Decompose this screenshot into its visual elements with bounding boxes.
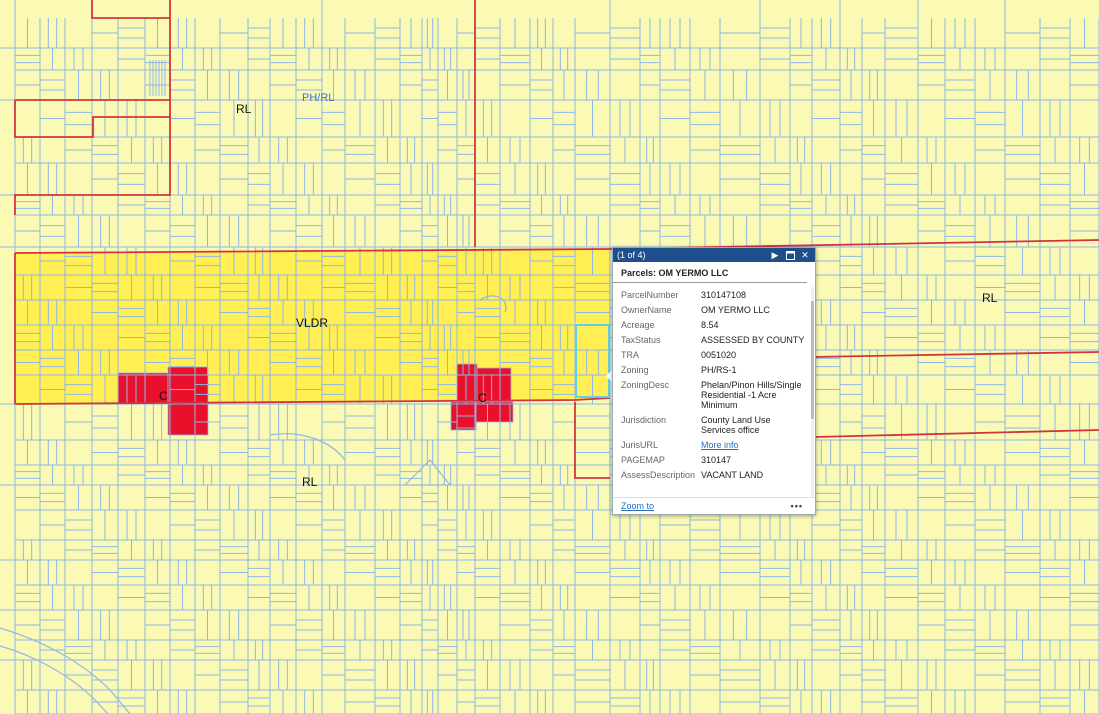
popup-scrollbar-thumb[interactable]	[811, 301, 814, 419]
attribute-value: 310147108	[701, 290, 747, 300]
attribute-value: 8.54	[701, 320, 719, 330]
attribute-row: JurisURL More info	[613, 437, 815, 452]
attribute-value: More info	[701, 437, 815, 452]
juris-url-link[interactable]: More info	[701, 440, 739, 450]
attribute-row: Zoning PH/RS-1	[613, 362, 815, 377]
attribute-row: ZoningDesc Phelan/Pinon Hills/Single Resi…	[613, 377, 815, 412]
attribute-key: OwnerName	[621, 305, 672, 315]
zone-label-rl-south: RL	[302, 475, 318, 489]
attribute-value: 310147	[701, 455, 732, 465]
attribute-key: ParcelNumber	[621, 290, 679, 300]
attribute-table: ParcelNumber 310147108 OwnerName OM YERMO L…	[613, 287, 815, 482]
popup-title: Parcels: OM YERMO LLC	[613, 262, 807, 283]
zone-label-vldr: VLDR	[296, 316, 328, 330]
attribute-row: PAGEMAP 310147	[613, 452, 815, 467]
attribute-key: PAGEMAP	[621, 455, 665, 465]
attribute-key: TaxStatus	[621, 335, 661, 345]
attribute-key: TRA	[621, 350, 639, 360]
zone-label-rl-north: RL	[236, 102, 252, 116]
attribute-value: Phelan/Pinon Hills/Single Residential -1…	[701, 380, 802, 410]
zone-label-ph-rl: PH/RL	[302, 92, 334, 104]
attribute-row: TRA 0051020	[613, 347, 815, 362]
attribute-value: OM YERMO LLC	[701, 305, 770, 315]
attribute-row: OwnerName OM YERMO LLC	[613, 302, 815, 317]
zone-label-c-east: C	[478, 391, 487, 405]
attribute-key: Acreage	[621, 320, 655, 330]
feature-popup: (1 of 4) ▶ ✕ Parcels: OM YERMO LLC Parce…	[612, 247, 816, 515]
attribute-value: VACANT LAND	[701, 470, 764, 480]
popup-scrollbar[interactable]	[811, 287, 814, 497]
popup-body[interactable]: ParcelNumber 310147108 OwnerName OM YERMO L…	[613, 283, 815, 498]
attribute-row: ParcelNumber 310147108	[613, 287, 815, 302]
attribute-value: PH/RS-1	[701, 365, 737, 375]
attribute-key: AssessDescription	[621, 470, 696, 480]
zone-label-rl-east: RL	[982, 291, 998, 305]
attribute-row: AssessDescription VACANT LAND	[613, 467, 815, 482]
attribute-row: Jurisdiction County Land Use Services off…	[613, 412, 815, 437]
attribute-key: Jurisdiction	[621, 415, 667, 425]
attribute-value: County Land Use Services office	[701, 415, 771, 435]
popup-footer: Zoom to •••	[613, 497, 815, 514]
play-icon[interactable]: ▶	[769, 249, 781, 261]
attribute-key: JurisURL	[621, 440, 659, 450]
zone-label-c-west: C	[159, 389, 168, 403]
attribute-row: TaxStatus ASSESSED BY COUNTY	[613, 332, 815, 347]
attribute-row: Acreage 8.54	[613, 317, 815, 332]
popup-counter: (1 of 4)	[617, 250, 646, 260]
attribute-value: 0051020	[701, 350, 737, 360]
more-options-icon[interactable]: •••	[791, 501, 815, 511]
zoom-to-link[interactable]: Zoom to	[613, 501, 791, 511]
close-icon[interactable]: ✕	[799, 249, 811, 261]
attribute-value: ASSESSED BY COUNTY	[701, 335, 805, 345]
attribute-key: Zoning	[621, 365, 649, 375]
maximize-icon[interactable]	[784, 249, 796, 261]
parcel-map[interactable]: RL PH/RL VLDR C C RL RL	[0, 0, 1099, 714]
attribute-key: ZoningDesc	[621, 380, 670, 390]
popup-header: (1 of 4) ▶ ✕	[613, 248, 815, 262]
